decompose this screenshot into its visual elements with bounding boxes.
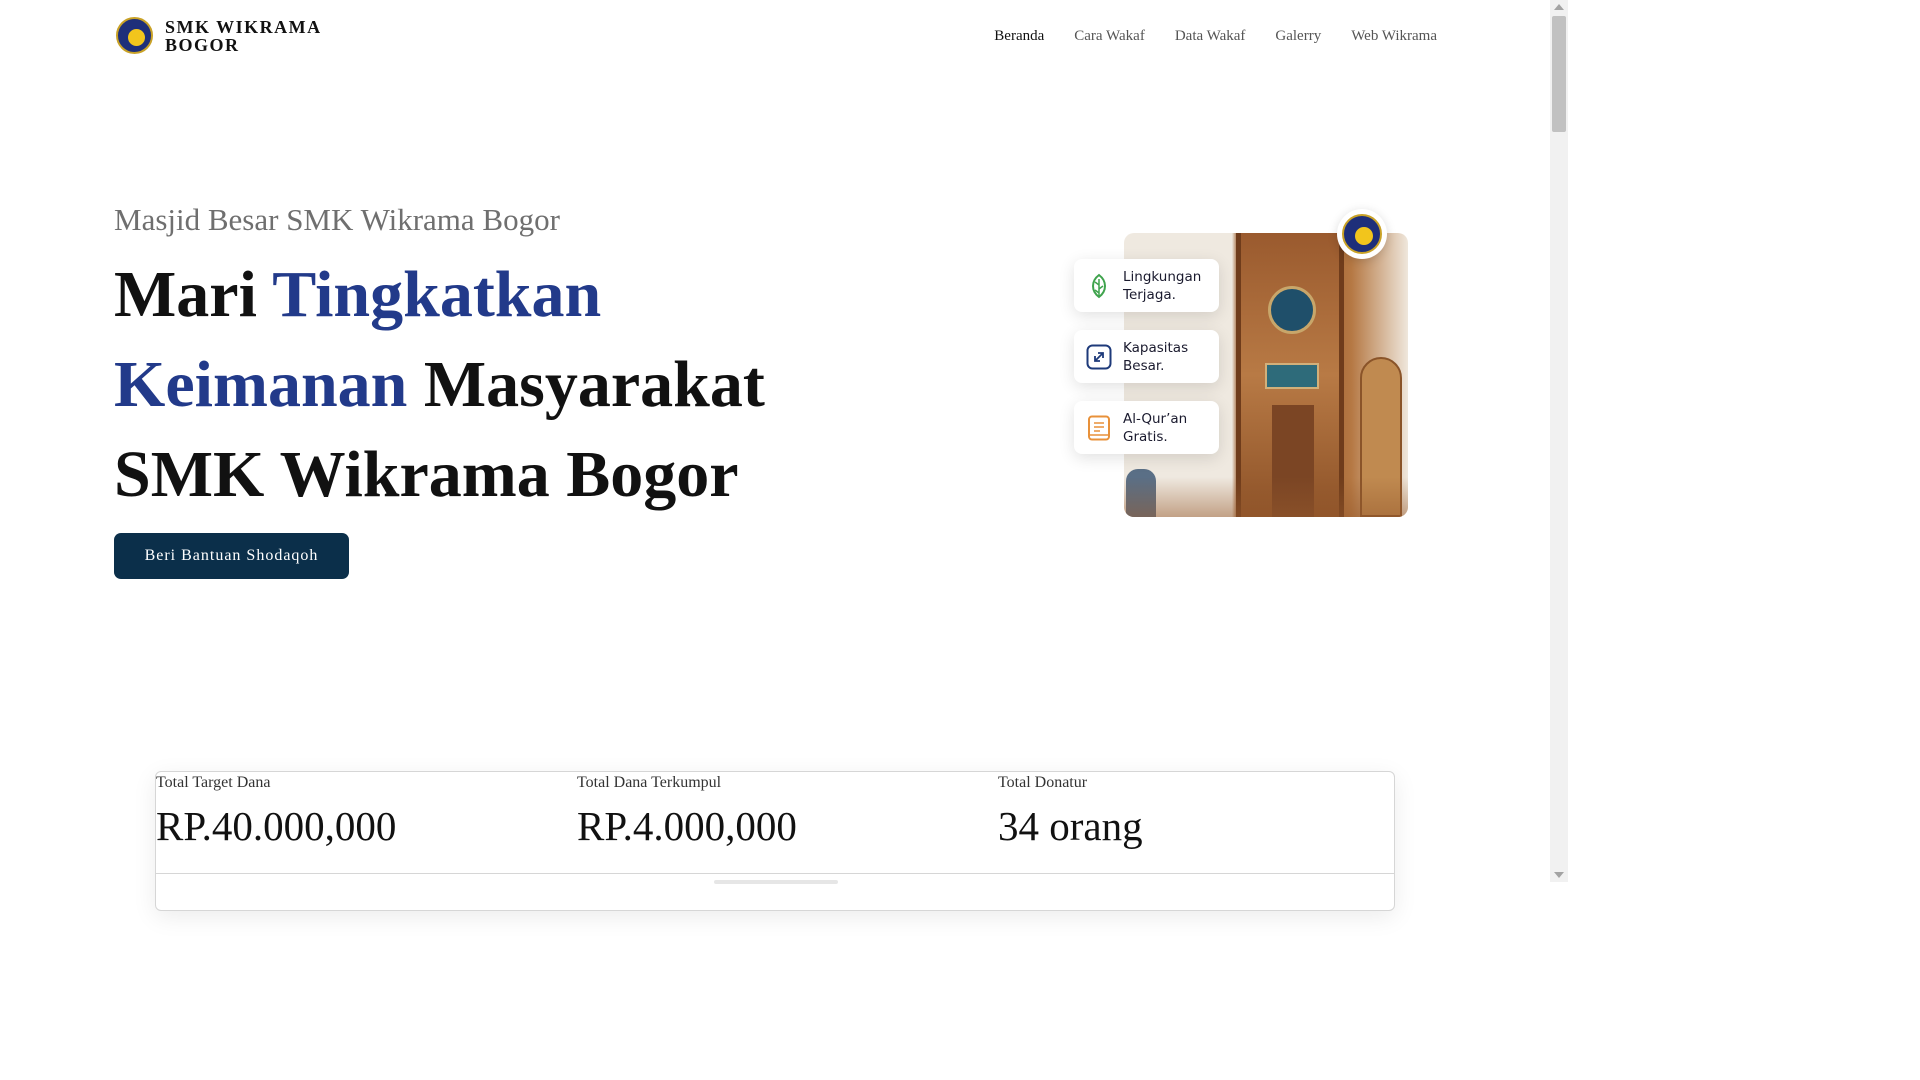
stat-value: 34 orang xyxy=(998,803,1143,849)
photo-badge xyxy=(1337,209,1387,259)
calligraphy-medallion xyxy=(1268,286,1316,334)
scroll-down-arrow-icon[interactable] xyxy=(1554,872,1564,878)
feature-label: Lingkungan Terjaga. xyxy=(1123,268,1202,303)
leaf-icon xyxy=(1086,273,1112,299)
site-header: SMK WIKRAMA BOGOR Beranda Cara Wakaf Dat… xyxy=(0,0,1550,72)
feature-card-lingkungan: Lingkungan Terjaga. xyxy=(1074,259,1219,312)
donate-button[interactable]: Beri Bantuan Shodaqoh xyxy=(114,533,349,579)
nav-item-cara-wakaf[interactable]: Cara Wakaf xyxy=(1074,28,1145,45)
stat-label: Total Dana Terkumpul xyxy=(577,774,722,791)
nav-item-galerry[interactable]: Galerry xyxy=(1275,28,1321,45)
feature-card-alquran: Al-Qur’an Gratis. xyxy=(1074,401,1219,454)
floor-shade xyxy=(1124,477,1408,517)
stat-label: Total Target Dana xyxy=(156,774,271,791)
stats-divider xyxy=(156,873,1394,874)
stat-value: RP.40.000,000 xyxy=(156,803,397,849)
feature-card-kapasitas: Kapasitas Besar. xyxy=(1074,330,1219,383)
stat-target: Total Target Dana RP.40.000,000 xyxy=(156,772,396,850)
nav-item-beranda[interactable]: Beranda xyxy=(994,28,1044,45)
page-scrollbar[interactable] xyxy=(1550,0,1568,882)
scrollbar-thumb[interactable] xyxy=(1552,16,1566,132)
stats-tab-indicator[interactable] xyxy=(714,880,838,884)
brand[interactable]: SMK WIKRAMA BOGOR xyxy=(116,17,322,54)
nav-item-web-wikrama[interactable]: Web Wikrama xyxy=(1351,28,1437,45)
book-icon xyxy=(1086,415,1112,441)
nav-item-data-wakaf[interactable]: Data Wakaf xyxy=(1175,28,1246,45)
brand-name-line1: SMK WIKRAMA xyxy=(165,16,322,37)
hero-title-part1: Mari xyxy=(114,258,273,331)
stat-collected: Total Dana Terkumpul RP.4.000,000 xyxy=(577,772,797,850)
stat-donors: Total Donatur 34 orang xyxy=(998,772,1143,850)
brand-name-line2: BOGOR xyxy=(165,34,240,55)
stat-value: RP.4.000,000 xyxy=(577,803,797,849)
hero-title: Mari Tingkatkan Keimanan Masyarakat SMK … xyxy=(114,250,874,520)
hero-subtitle: Masjid Besar SMK Wikrama Bogor xyxy=(114,202,560,237)
stat-label: Total Donatur xyxy=(998,774,1088,791)
school-emblem-icon xyxy=(116,17,153,54)
donation-stats-panel: Total Target Dana RP.40.000,000 Total Da… xyxy=(155,771,1395,911)
hero-title-part2: Masyarakat xyxy=(407,348,765,421)
hero-title-part3: SMK Wikrama Bogor xyxy=(114,438,739,511)
hero-title-highlight2: Keimanan xyxy=(114,348,408,421)
expand-icon xyxy=(1086,344,1112,370)
school-emblem-icon xyxy=(1342,214,1382,254)
scroll-up-arrow-icon[interactable] xyxy=(1554,4,1564,10)
calligraphy-plaque xyxy=(1265,363,1319,389)
main-nav: Beranda Cara Wakaf Data Wakaf Galerry We… xyxy=(994,28,1437,45)
feature-label: Al-Qur’an Gratis. xyxy=(1123,410,1188,445)
feature-label: Kapasitas Besar. xyxy=(1123,339,1189,374)
brand-name: SMK WIKRAMA BOGOR xyxy=(165,18,322,54)
hero-title-highlight1: Tingkatkan xyxy=(272,258,602,331)
